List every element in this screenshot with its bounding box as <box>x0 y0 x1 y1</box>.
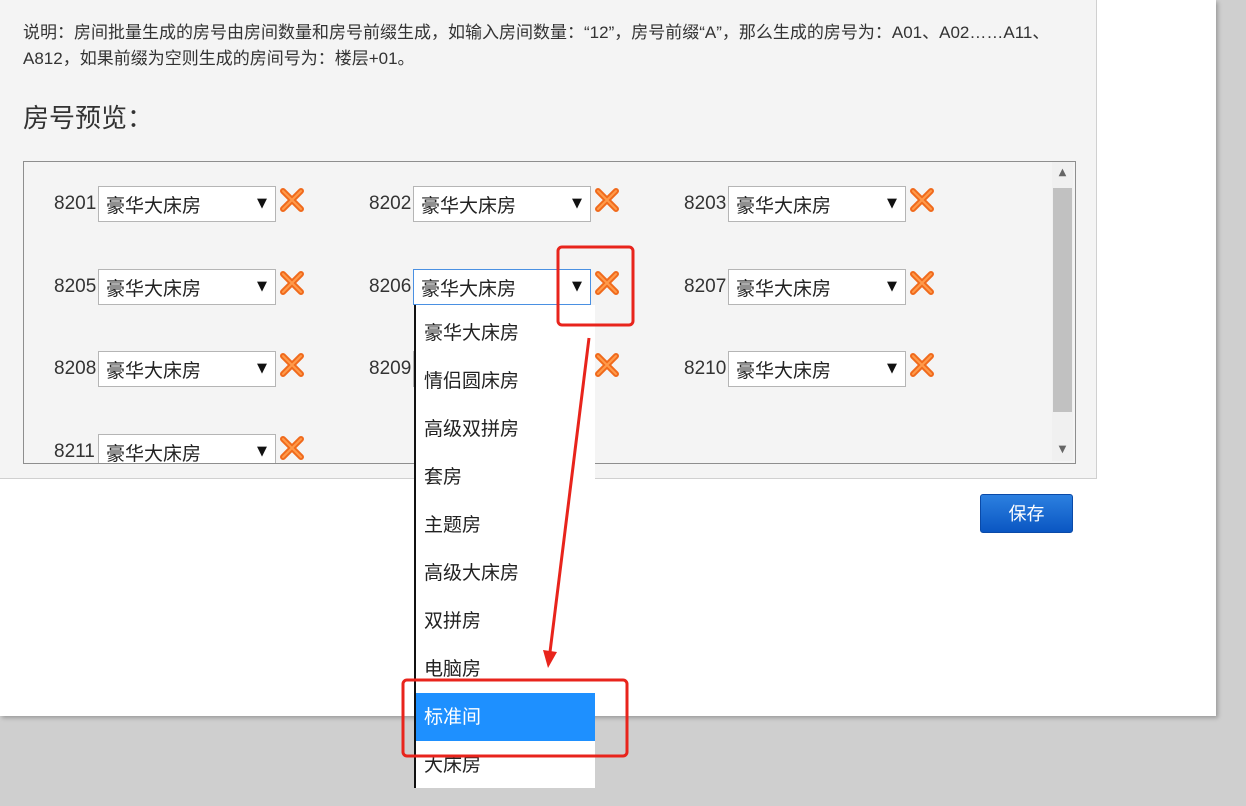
room-type-dropdown-list: 豪华大床房 情侣圆床房 高级双拼房 套房 主题房 高级大床房 双拼房 电脑房 标… <box>414 305 595 788</box>
dropdown-option[interactable]: 高级大床房 <box>416 549 595 597</box>
triangle-down-icon: ▼ <box>257 444 267 459</box>
room-type-value: 豪华大床房 <box>736 359 832 382</box>
room-number: 8207 <box>684 276 727 297</box>
room-item: 8210 豪华大床房 ▼ <box>684 350 936 388</box>
close-x-icon[interactable] <box>593 351 621 379</box>
dropdown-option[interactable]: 高级双拼房 <box>416 405 595 453</box>
room-type-select[interactable]: 豪华大床房 ▼ <box>728 186 906 222</box>
triangle-down-icon: ▼ <box>572 279 582 294</box>
room-number: 8208 <box>54 358 97 379</box>
dropdown-option[interactable]: 豪华大床房 <box>416 309 595 357</box>
triangle-down-icon: ▼ <box>257 361 267 376</box>
room-type-value: 豪华大床房 <box>421 194 517 217</box>
preview-title: 房号预览： <box>23 103 154 133</box>
triangle-down-icon: ▼ <box>572 196 582 211</box>
room-type-value: 豪华大床房 <box>421 277 517 300</box>
instruction-note: 说明：房间批量生成的房号由房间数量和房号前缀生成，如输入房间数量：“12”，房号… <box>23 23 1050 68</box>
dropdown-option[interactable]: 大床房 <box>416 741 595 788</box>
triangle-down-icon: ▼ <box>257 279 267 294</box>
dropdown-option[interactable]: 双拼房 <box>416 597 595 645</box>
room-number: 8206 <box>369 276 412 297</box>
room-number: 8211 <box>54 441 95 462</box>
dropdown-option[interactable]: 主题房 <box>416 501 595 549</box>
triangle-down-icon: ▼ <box>887 279 897 294</box>
triangle-down-icon: ▼ <box>887 196 897 211</box>
room-item: 8203 豪华大床房 ▼ <box>684 185 936 223</box>
dropdown-option[interactable]: 套房 <box>416 453 595 501</box>
scroll-thumb[interactable] <box>1053 188 1072 412</box>
room-item: 8208 豪华大床房 ▼ <box>54 350 306 388</box>
vertical-scrollbar[interactable]: ▲ ▼ <box>1052 162 1073 461</box>
room-type-value: 豪华大床房 <box>106 442 202 464</box>
room-item: 8201 豪华大床房 ▼ <box>54 185 306 223</box>
room-type-value: 豪华大床房 <box>106 277 202 300</box>
room-item: 8207 豪华大床房 ▼ <box>684 268 936 306</box>
room-type-select[interactable]: 豪华大床房 ▼ <box>98 269 276 305</box>
room-item: 8211 豪华大床房 ▼ <box>54 433 306 464</box>
room-type-select[interactable]: 豪华大床房 ▼ <box>98 351 276 387</box>
close-x-icon[interactable] <box>908 351 936 379</box>
close-x-icon[interactable] <box>278 269 306 297</box>
room-number: 8201 <box>54 193 97 214</box>
room-type-value: 豪华大床房 <box>106 194 202 217</box>
room-type-select[interactable]: 豪华大床房 ▼ <box>413 186 591 222</box>
close-x-icon[interactable] <box>908 186 936 214</box>
close-x-icon[interactable] <box>908 269 936 297</box>
triangle-down-icon: ▼ <box>887 361 897 376</box>
room-item: 8202 豪华大床房 ▼ <box>369 185 621 223</box>
room-type-select[interactable]: 豪华大床房 ▼ <box>98 186 276 222</box>
room-generation-dialog: 说明：房间批量生成的房号由房间数量和房号前缀生成，如输入房间数量：“12”，房号… <box>0 0 1216 716</box>
room-type-value: 豪华大床房 <box>736 277 832 300</box>
triangle-down-icon: ▼ <box>257 196 267 211</box>
room-number: 8203 <box>684 193 727 214</box>
room-type-value: 豪华大床房 <box>106 359 202 382</box>
room-number: 8209 <box>369 358 412 379</box>
dropdown-option-selected[interactable]: 标准间 <box>416 693 595 741</box>
dropdown-option[interactable]: 情侣圆床房 <box>416 357 595 405</box>
room-type-select[interactable]: 豪华大床房 ▼ <box>98 434 276 464</box>
close-x-icon[interactable] <box>593 269 621 297</box>
scroll-up-arrow-icon[interactable]: ▲ <box>1052 162 1073 184</box>
room-type-select[interactable]: 豪华大床房 ▼ <box>728 351 906 387</box>
room-number: 8205 <box>54 276 97 297</box>
room-type-select[interactable]: 豪华大床房 ▼ <box>728 269 906 305</box>
dropdown-option[interactable]: 电脑房 <box>416 645 595 693</box>
close-x-icon[interactable] <box>278 351 306 379</box>
save-button[interactable]: 保存 <box>980 494 1073 533</box>
room-number: 8202 <box>369 193 412 214</box>
scroll-down-arrow-icon[interactable]: ▼ <box>1052 439 1073 461</box>
close-x-icon[interactable] <box>593 186 621 214</box>
room-type-value: 豪华大床房 <box>736 194 832 217</box>
room-item: 8206 豪华大床房 ▼ <box>369 268 621 306</box>
room-type-select[interactable]: 豪华大床房 ▼ <box>413 269 591 305</box>
close-x-icon[interactable] <box>278 186 306 214</box>
close-x-icon[interactable] <box>278 434 306 462</box>
room-number: 8210 <box>684 358 727 379</box>
room-item: 8205 豪华大床房 ▼ <box>54 268 306 306</box>
